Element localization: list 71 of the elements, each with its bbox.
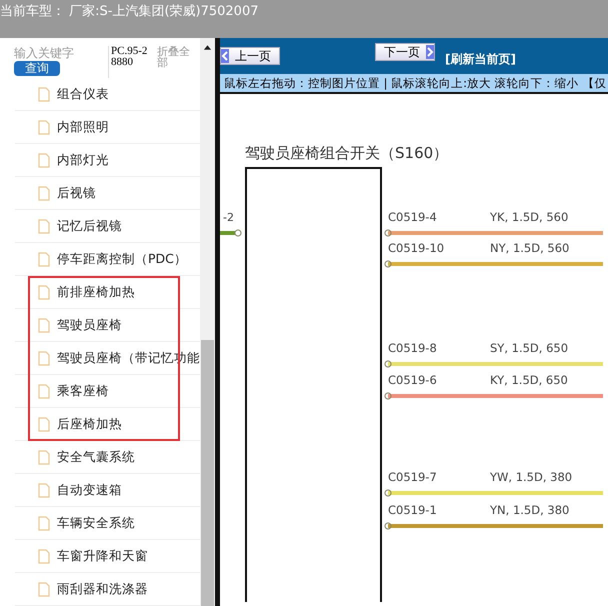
item-label: 车辆安全系统 [57, 514, 135, 532]
tree-item[interactable]: 安全气囊系统 [15, 441, 200, 474]
search-button[interactable]: 查询 [14, 61, 60, 76]
document-icon [38, 416, 50, 432]
right-arrow-icon [426, 45, 434, 59]
usage-hint: 鼠标左右拖动：控制图片位置 | 鼠标滚轮向上:放大 滚轮向下：缩小 【仅 [224, 76, 606, 90]
wire-spec: KY, 1.5D, 650 [490, 373, 568, 387]
tree-item[interactable]: 组合仪表 [15, 78, 200, 111]
document-icon [38, 384, 50, 398]
connector-label: C0519-1 [388, 503, 437, 517]
tree-item[interactable]: 车辆安全系统 [15, 507, 200, 540]
document-icon [38, 450, 50, 464]
tree-item[interactable]: 内部灯光 [15, 144, 200, 177]
item-label: 后座椅加热 [57, 416, 122, 432]
item-label: 内部照明 [57, 118, 109, 136]
scrollbar[interactable] [200, 38, 215, 606]
tree-item[interactable]: 记忆后视镜 [15, 210, 200, 243]
tree-item[interactable]: 前排座椅加热 [15, 276, 200, 309]
document-icon [38, 318, 50, 332]
tree-item[interactable]: 自动变速箱 [15, 474, 200, 507]
tree-item[interactable]: 内部照明 [15, 111, 200, 144]
tree-item[interactable]: 雨刮器和洗涤器 [15, 573, 200, 606]
tree-item[interactable]: 乘客座椅 [15, 375, 200, 408]
document-icon [38, 516, 50, 530]
next-page-button[interactable]: 下一页 [375, 43, 435, 61]
item-label: 乘客座椅 [57, 382, 109, 400]
connector-label: C0519-10 [388, 241, 444, 255]
wire-spec: YK, 1.5D, 560 [490, 210, 568, 224]
connector-label: C0519-8 [388, 341, 437, 355]
left-arrow-icon [221, 49, 229, 63]
previous-page-button[interactable]: 上一页 [220, 47, 280, 65]
document-icon [38, 120, 50, 134]
wire-label: -2 [223, 211, 234, 224]
wire-spec: NY, 1.5D, 560 [490, 241, 570, 255]
tree-item[interactable]: 驾驶员座椅 [15, 309, 200, 342]
wire-spec: YW, 1.5D, 380 [490, 470, 572, 484]
item-label: 前排座椅加热 [57, 284, 135, 300]
connector-label: C0519-6 [388, 373, 437, 387]
item-label: 车窗升降和天窗 [57, 548, 148, 564]
item-label: 驾驶员座椅 [57, 316, 122, 334]
document-code: PC.95-28880 [108, 46, 151, 78]
item-label: 后视镜 [57, 184, 96, 202]
document-icon [38, 548, 50, 564]
item-label: 雨刮器和洗涤器 [57, 580, 148, 598]
document-icon [38, 186, 50, 200]
refresh-page-link[interactable]: [刷新当前页] [445, 50, 516, 68]
wire-spec: SY, 1.5D, 650 [490, 341, 568, 355]
item-label: 组合仪表 [57, 86, 109, 102]
item-label: 自动变速箱 [57, 482, 122, 498]
item-label: 停车距离控制（PDC） [57, 250, 187, 268]
document-icon [38, 350, 50, 366]
item-label: 记忆后视镜 [57, 218, 122, 234]
car-model-title: 当前车型： 厂家:S-上汽集团(荣威)7502007 [0, 3, 258, 20]
tree-item[interactable]: 车窗升降和天窗 [15, 540, 200, 573]
document-icon [38, 252, 50, 266]
scroll-up-icon[interactable] [203, 44, 212, 50]
tree-item[interactable]: 停车距离控制（PDC） [15, 243, 200, 276]
scroll-thumb[interactable] [201, 340, 214, 606]
document-icon [38, 284, 50, 300]
item-label: 安全气囊系统 [57, 448, 135, 466]
connector-label: C0519-7 [388, 470, 437, 484]
item-label: 内部灯光 [57, 152, 109, 168]
document-icon [38, 582, 50, 596]
tree-item[interactable]: 后视镜 [15, 177, 200, 210]
document-icon [38, 482, 50, 498]
document-icon [38, 218, 50, 234]
document-icon [38, 152, 50, 168]
connector-label: C0519-4 [388, 210, 437, 224]
document-icon [38, 86, 50, 102]
diagram-title: 驾驶员座椅组合开关（S160） [245, 144, 448, 162]
wire-spec: YN, 1.5D, 380 [490, 503, 570, 517]
